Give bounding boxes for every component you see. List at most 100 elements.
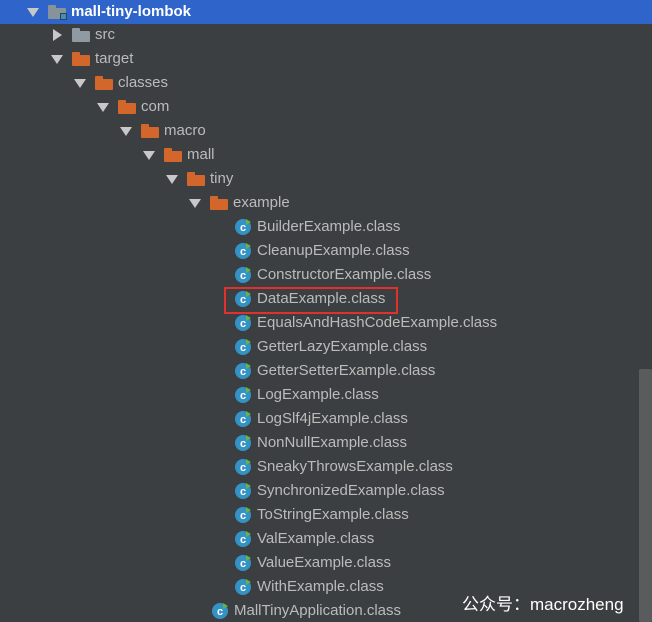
svg-text:c: c [240, 318, 246, 330]
tree-node-label: ConstructorExample.class [257, 266, 432, 283]
tree-node-label: com [141, 98, 170, 115]
tree-node-class-file[interactable]: c CleanupExample.class [0, 239, 652, 263]
expanded-arrow-icon[interactable] [119, 124, 133, 138]
expanded-arrow-icon[interactable] [50, 52, 64, 66]
svg-text:c: c [240, 366, 246, 378]
tree-node-root[interactable]: mall-tiny-lombok [0, 0, 652, 24]
class-file-icon: c [235, 219, 251, 235]
tree-node-com[interactable]: com [0, 95, 652, 119]
class-file-icon: c [235, 315, 251, 331]
tree-node-tiny[interactable]: tiny [0, 167, 652, 191]
tree-node-label: ToStringExample.class [257, 506, 409, 523]
tree-node-label: NonNullExample.class [257, 434, 408, 451]
svg-text:c: c [240, 486, 246, 498]
svg-text:c: c [240, 582, 246, 594]
watermark-text: 公众号：macrozheng [462, 595, 624, 614]
svg-text:c: c [240, 462, 246, 474]
tree-node-label: mall [187, 146, 215, 163]
excluded-folder-icon [141, 124, 159, 138]
svg-text:c: c [240, 438, 246, 450]
svg-text:c: c [240, 270, 246, 282]
tree-node-label: CleanupExample.class [257, 242, 410, 259]
excluded-folder-icon [210, 196, 228, 210]
tree-node-class-file[interactable]: c LogSlf4jExample.class [0, 407, 652, 431]
class-file-icon: c [235, 411, 251, 427]
tree-node-label: SneakyThrowsExample.class [257, 458, 453, 475]
expanded-arrow-icon[interactable] [188, 196, 202, 210]
tree-node-label: WithExample.class [257, 578, 384, 595]
tree-node-example[interactable]: example [0, 191, 652, 215]
tree-node-label: classes [118, 74, 169, 91]
tree-node-macro[interactable]: macro [0, 119, 652, 143]
tree-node-label: src [95, 26, 115, 43]
expanded-arrow-icon[interactable] [96, 100, 110, 114]
tree-node-class-file[interactable]: c ConstructorExample.class [0, 263, 652, 287]
class-file-icon: c [235, 459, 251, 475]
svg-text:c: c [240, 414, 246, 426]
tree-node-label: mall-tiny-lombok [71, 3, 192, 20]
expanded-arrow-icon[interactable] [73, 76, 87, 90]
excluded-folder-icon [72, 52, 90, 66]
svg-text:c: c [240, 222, 246, 234]
tree-node-label: tiny [210, 170, 234, 187]
tree-node-class-file[interactable]: c ValExample.class [0, 527, 652, 551]
tree-node-label: macro [164, 122, 206, 139]
class-file-icon: c [235, 339, 251, 355]
svg-text:c: c [240, 534, 246, 546]
svg-text:c: c [240, 342, 246, 354]
folder-icon [72, 28, 90, 42]
tree-node-label: MallTinyApplication.class [234, 602, 402, 619]
excluded-folder-icon [118, 100, 136, 114]
tree-node-label: ValExample.class [257, 530, 375, 547]
tree-node-class-file[interactable]: c GetterSetterExample.class [0, 359, 652, 383]
tree-node-class-file[interactable]: c NonNullExample.class [0, 431, 652, 455]
tree-node-src[interactable]: src [0, 23, 652, 47]
class-file-icon: c [235, 387, 251, 403]
excluded-folder-icon [164, 148, 182, 162]
tree-node-label: GetterSetterExample.class [257, 362, 436, 379]
tree-node-class-file[interactable]: c BuilderExample.class [0, 215, 652, 239]
class-file-icon: c [212, 603, 228, 619]
tree-node-mall[interactable]: mall [0, 143, 652, 167]
project-tree: mall-tiny-lombok src target classes com … [0, 0, 652, 622]
tree-node-label: LogSlf4jExample.class [257, 410, 408, 427]
class-file-icon: c [235, 555, 251, 571]
tree-node-class-file[interactable]: c GetterLazyExample.class [0, 335, 652, 359]
tree-node-label: ValueExample.class [257, 554, 391, 571]
tree-node-label: LogExample.class [257, 386, 379, 403]
expanded-arrow-icon[interactable] [26, 5, 40, 19]
expanded-arrow-icon[interactable] [142, 148, 156, 162]
tree-node-target[interactable]: target [0, 47, 652, 71]
tree-node-class-file[interactable]: c EqualsAndHashCodeExample.class [0, 311, 652, 335]
tree-node-label: target [95, 50, 134, 67]
class-file-icon: c [235, 507, 251, 523]
tree-node-label: SynchronizedExample.class [257, 482, 445, 499]
highlight-annotation-box [224, 287, 398, 314]
class-file-icon: c [235, 363, 251, 379]
svg-text:c: c [240, 390, 246, 402]
tree-node-label: GetterLazyExample.class [257, 338, 428, 355]
class-file-icon: c [235, 267, 251, 283]
excluded-folder-icon [187, 172, 205, 186]
svg-text:c: c [240, 246, 246, 258]
class-file-icon: c [235, 483, 251, 499]
tree-node-label: example [233, 194, 290, 211]
class-file-icon: c [235, 531, 251, 547]
module-folder-icon [48, 5, 67, 20]
excluded-folder-icon [95, 76, 113, 90]
tree-node-classes[interactable]: classes [0, 71, 652, 95]
svg-text:c: c [240, 558, 246, 570]
tree-node-class-file[interactable]: c ValueExample.class [0, 551, 652, 575]
tree-node-class-file[interactable]: c ToStringExample.class [0, 503, 652, 527]
class-file-icon: c [235, 435, 251, 451]
tree-node-class-file[interactable]: c SynchronizedExample.class [0, 479, 652, 503]
collapsed-arrow-icon[interactable] [50, 28, 64, 42]
expanded-arrow-icon[interactable] [165, 172, 179, 186]
vertical-scrollbar-thumb[interactable] [639, 369, 652, 622]
class-file-icon: c [235, 579, 251, 595]
tree-node-class-file[interactable]: c SneakyThrowsExample.class [0, 455, 652, 479]
svg-text:c: c [217, 606, 223, 618]
tree-node-label: EqualsAndHashCodeExample.class [257, 314, 498, 331]
svg-text:c: c [240, 510, 246, 522]
tree-node-class-file[interactable]: c LogExample.class [0, 383, 652, 407]
